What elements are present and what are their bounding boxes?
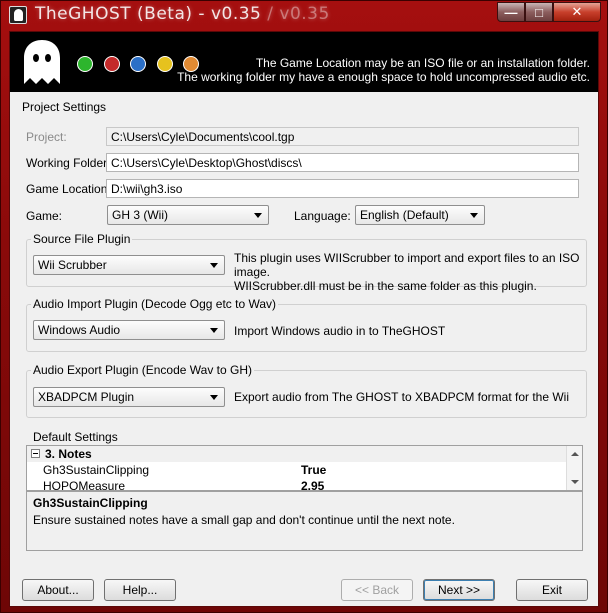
property-category-label: 3. Notes: [45, 447, 92, 461]
working-folder-label: Working Folder:: [26, 156, 111, 170]
source-plugin-description: This plugin uses WIIScrubber to import a…: [234, 251, 598, 293]
language-select-value: English (Default): [360, 208, 449, 222]
blue-status-dot: [130, 56, 146, 72]
source-plugin-select[interactable]: Wii Scrubber: [33, 255, 225, 275]
maximize-icon: □: [535, 4, 543, 20]
window-title-ghost-text: / v0.35: [261, 4, 330, 24]
project-label: Project:: [26, 130, 67, 144]
project-field: C:\Users\Cyle\Documents\cool.tgp: [106, 127, 579, 146]
title-bar[interactable]: TheGHOST (Beta) - v0.35 / v0.35 — □ ✕: [1, 1, 607, 29]
window-controls: — □ ✕: [497, 2, 601, 22]
exit-button[interactable]: Exit: [516, 579, 588, 601]
import-plugin-value: Windows Audio: [38, 323, 121, 337]
property-value[interactable]: 2.95: [301, 479, 324, 490]
chevron-down-icon: [210, 263, 218, 268]
header-banner: The Game Location may be an ISO file or …: [10, 32, 598, 92]
language-select[interactable]: English (Default): [355, 205, 485, 225]
property-grid-scrollbar[interactable]: [566, 446, 582, 490]
maximize-button[interactable]: □: [525, 2, 553, 22]
chevron-down-icon: [254, 213, 262, 218]
game-location-input[interactable]: D:\wii\gh3.iso: [106, 179, 579, 198]
property-name: HOPOMeasure: [43, 479, 126, 491]
minimize-icon: —: [504, 4, 518, 20]
source-plugin-desc-line-2: WIIScrubber.dll must be in the same fold…: [234, 279, 537, 293]
yellow-status-dot: [157, 56, 173, 72]
property-row[interactable]: Gh3SustainClipping True: [27, 462, 567, 478]
banner-line-2: The working folder my have a enough spac…: [177, 70, 590, 84]
game-select-value: GH 3 (Wii): [112, 208, 168, 222]
language-label: Language:: [294, 209, 351, 223]
next-button[interactable]: Next >>: [423, 579, 495, 601]
banner-instructions: The Game Location may be an ISO file or …: [177, 56, 590, 84]
chevron-down-icon: [470, 213, 478, 218]
collapse-icon[interactable]: [31, 449, 40, 458]
scroll-up-icon[interactable]: [571, 452, 579, 456]
property-help-box: Gh3SustainClipping Ensure sustained note…: [26, 491, 583, 551]
default-settings-title: Default Settings: [31, 430, 120, 444]
source-plugin-desc-line-1: This plugin uses WIIScrubber to import a…: [234, 251, 580, 279]
client-area: The Game Location may be an ISO file or …: [9, 31, 599, 607]
property-grid[interactable]: 3. Notes Gh3SustainClipping True HOPOMea…: [26, 445, 583, 491]
project-settings-title: Project Settings: [22, 100, 107, 114]
app-window: TheGHOST (Beta) - v0.35 / v0.35 — □ ✕ Th…: [0, 0, 608, 613]
import-plugin-select[interactable]: Windows Audio: [33, 320, 225, 340]
export-plugin-value: XBADPCM Plugin: [38, 390, 135, 404]
red-status-dot: [104, 56, 120, 72]
green-status-dot: [77, 56, 93, 72]
scroll-down-icon[interactable]: [571, 480, 579, 484]
ghost-logo-icon: [24, 40, 60, 84]
game-label: Game:: [26, 209, 63, 223]
export-plugin-select[interactable]: XBADPCM Plugin: [33, 387, 225, 407]
chevron-down-icon: [210, 395, 218, 400]
import-plugin-title: Audio Import Plugin (Decode Ogg etc to W…: [31, 297, 278, 311]
source-plugin-title: Source File Plugin: [31, 232, 133, 246]
help-button[interactable]: Help...: [104, 579, 176, 601]
about-button[interactable]: About...: [22, 579, 94, 601]
back-button[interactable]: << Back: [341, 579, 413, 601]
property-help-title: Gh3SustainClipping: [33, 496, 148, 510]
window-title-text: TheGHOST (Beta) - v0.35: [35, 4, 262, 24]
chevron-down-icon: [210, 328, 218, 333]
export-plugin-description: Export audio from The GHOST to XBADPCM f…: [234, 390, 569, 404]
property-name: Gh3SustainClipping: [43, 463, 150, 477]
property-value[interactable]: True: [301, 463, 326, 477]
property-category[interactable]: 3. Notes: [27, 446, 567, 462]
game-location-label: Game Location:: [26, 182, 111, 196]
source-plugin-value: Wii Scrubber: [38, 258, 107, 272]
working-folder-input[interactable]: C:\Users\Cyle\Desktop\Ghost\discs\: [106, 153, 579, 172]
banner-line-1: The Game Location may be an ISO file or …: [255, 56, 590, 70]
property-help-text: Ensure sustained notes have a small gap …: [33, 513, 455, 527]
close-icon: ✕: [571, 4, 583, 19]
property-row[interactable]: HOPOMeasure 2.95: [27, 478, 567, 491]
close-button[interactable]: ✕: [553, 2, 601, 22]
window-title: TheGHOST (Beta) - v0.35 / v0.35: [35, 4, 330, 24]
import-plugin-description: Import Windows audio in to TheGHOST: [234, 324, 446, 338]
ghost-app-icon[interactable]: [9, 6, 27, 24]
minimize-button[interactable]: —: [497, 2, 525, 22]
export-plugin-title: Audio Export Plugin (Encode Wav to GH): [31, 363, 254, 377]
game-select[interactable]: GH 3 (Wii): [107, 205, 269, 225]
